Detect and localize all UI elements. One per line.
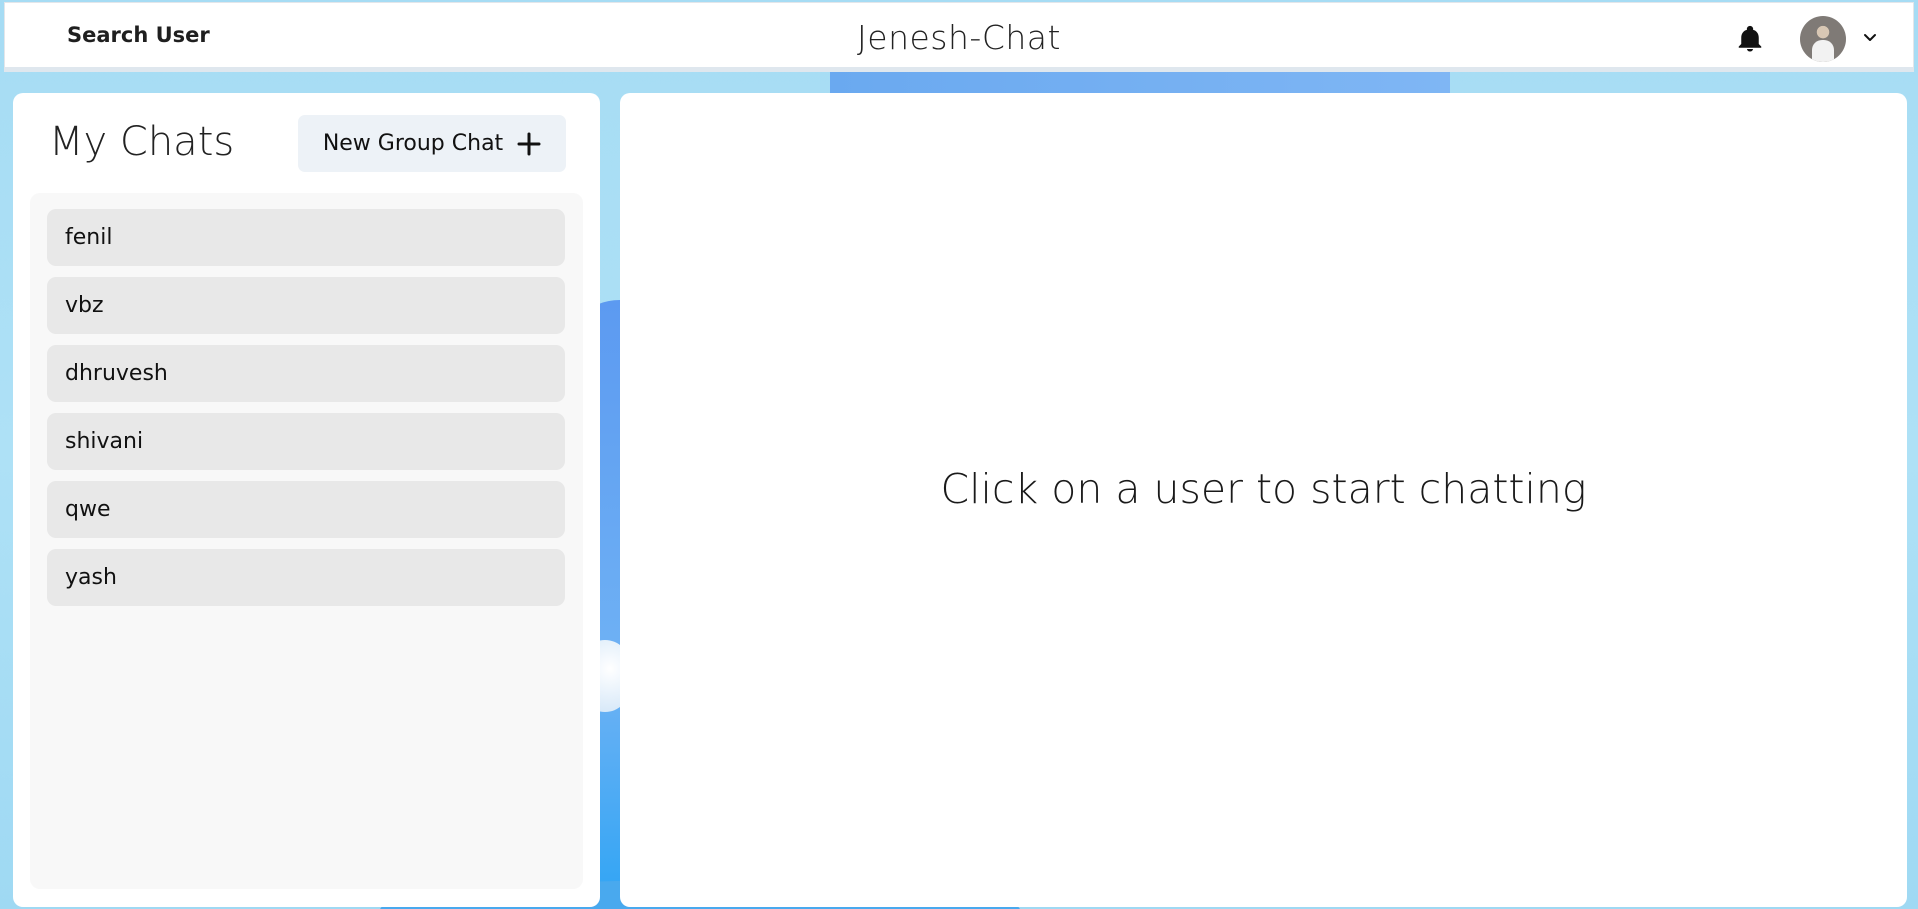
panel-title: My Chats [49,119,235,165]
plus-icon [517,132,541,156]
list-item[interactable]: shivani [47,413,565,470]
top-bar: Search User Jenesh-Chat [4,2,1914,72]
my-chats-panel: My Chats New Group Chat fenil vbz dhruve… [13,93,600,907]
chat-name: qwe [65,497,111,522]
list-item[interactable]: dhruvesh [47,345,565,402]
empty-state-message: Click on a user to start chatting [940,465,1587,513]
chat-name: vbz [65,293,104,318]
chat-name: dhruvesh [65,361,168,386]
chat-name: shivani [65,429,144,454]
chat-list: fenil vbz dhruvesh shivani qwe yash [30,193,583,889]
chevron-down-icon[interactable] [1862,29,1878,45]
avatar[interactable] [1800,16,1846,62]
list-item[interactable]: qwe [47,481,565,538]
list-item[interactable]: yash [47,549,565,606]
list-item[interactable]: vbz [47,277,565,334]
chat-name: fenil [65,225,113,250]
bell-icon[interactable] [1735,23,1765,55]
new-group-chat-button[interactable]: New Group Chat [298,115,566,172]
chat-panel: Click on a user to start chatting [620,93,1907,907]
chat-name: yash [65,565,117,590]
list-item[interactable]: fenil [47,209,565,266]
app-title: Jenesh-Chat [857,18,1061,57]
new-group-chat-label: New Group Chat [322,131,504,156]
